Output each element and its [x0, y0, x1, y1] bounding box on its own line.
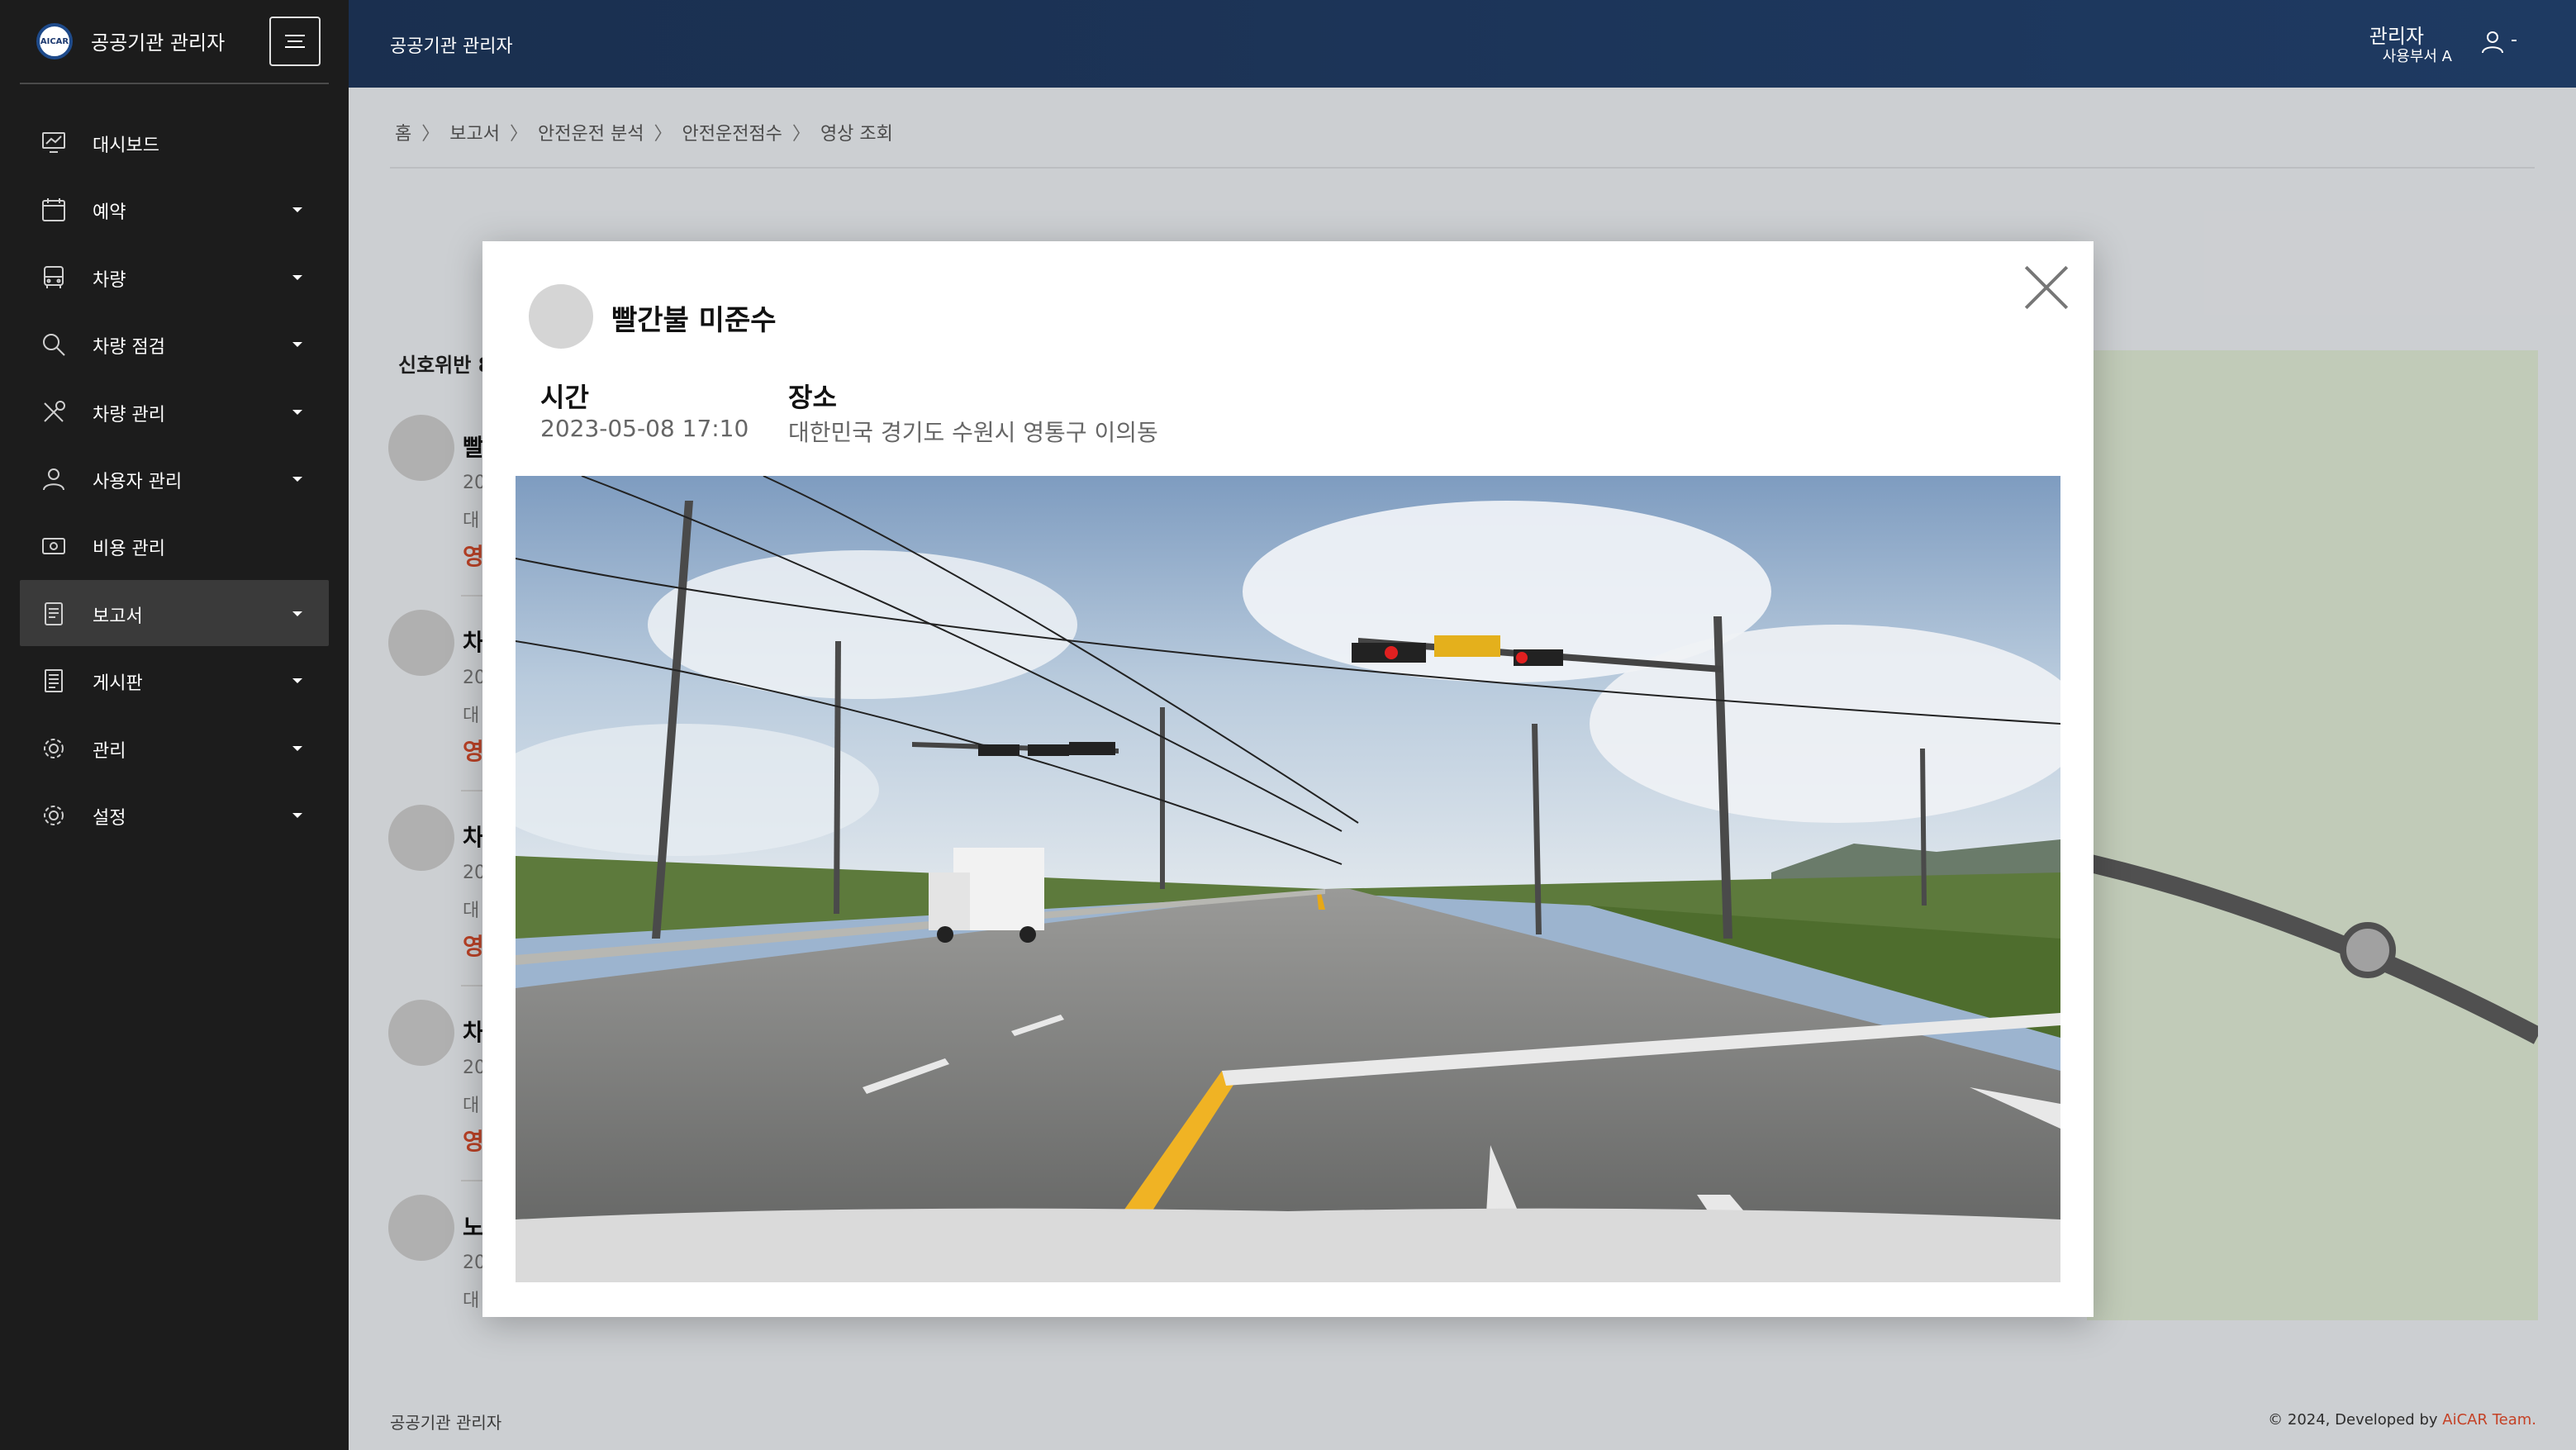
sidebar-item-label: 예약: [93, 202, 126, 224]
chevron-down-icon: [292, 611, 302, 616]
sidebar-item-vehicle-management[interactable]: 차량 관리: [20, 378, 329, 445]
brand-logo: AICAR: [36, 23, 73, 59]
sidebar-item-label: 사용자 관리: [93, 471, 183, 492]
sidebar-item-label: 대시보드: [93, 135, 159, 156]
search-icon: [40, 330, 68, 359]
video-modal: 빨간불 미준수 시간 2023-05-08 17:10 장소 대한민국 경기도 …: [482, 241, 2094, 1317]
sidebar-item-label: 차량 점검: [93, 337, 165, 359]
sidebar-item-board[interactable]: 게시판: [20, 647, 329, 713]
sidebar-item-label: 차량: [93, 269, 126, 291]
dashcam-video[interactable]: [516, 476, 2060, 1282]
chevron-down-icon: [292, 812, 302, 818]
chevron-down-icon: [292, 274, 302, 280]
sidebar-item-user-management[interactable]: 사용자 관리: [20, 445, 329, 511]
gear-icon: [40, 735, 68, 763]
settings-icon: [40, 801, 68, 830]
chevron-down-icon: [292, 745, 302, 751]
time-value: 2023-05-08 17:10: [540, 415, 749, 442]
menu-line: [288, 40, 302, 42]
money-icon: [40, 532, 68, 560]
place-value: 대한민국 경기도 수원시 영통구 이의동: [788, 419, 1158, 446]
sidebar-item-report[interactable]: 보고서: [20, 579, 329, 646]
brand[interactable]: AICAR 공공기관 관리자: [20, 15, 329, 84]
sidebar-item-label: 보고서: [93, 606, 143, 627]
report-icon: [40, 600, 68, 628]
user-icon[interactable]: [2479, 28, 2507, 56]
chevron-down-icon: [292, 409, 302, 415]
wrench-icon: [40, 398, 68, 426]
sidebar-item-label: 설정: [93, 807, 126, 829]
user-icon: [40, 465, 68, 493]
sidebar-item-settings[interactable]: 설정: [20, 782, 329, 848]
user-department: 사용부서 A: [2382, 48, 2452, 65]
sidebar: AICAR 공공기관 관리자 대시보드 예약 차량 차량 점검 차량 관리 사용…: [0, 0, 349, 1450]
sidebar-item-dashboard[interactable]: 대시보드: [20, 109, 329, 175]
sidebar-item-reservation[interactable]: 예약: [20, 176, 329, 242]
dashcam-frame: [516, 476, 2060, 1282]
dashboard-icon: [40, 129, 68, 157]
sidebar-item-admin[interactable]: 관리: [20, 715, 329, 781]
modal-title: 빨간불 미준수: [611, 304, 777, 337]
avatar: [529, 284, 593, 349]
sidebar-item-label: 게시판: [93, 673, 143, 695]
time-label: 시간: [540, 382, 589, 413]
sidebar-item-label: 관리: [93, 740, 126, 762]
menu-line: [285, 46, 305, 48]
sidebar-item-label: 비용 관리: [93, 539, 165, 560]
sidebar-item-vehicle-inspection[interactable]: 차량 점검: [20, 311, 329, 377]
sidebar-nav: 대시보드 예약 차량 차량 점검 차량 관리 사용자 관리 비용 관리 보고서 …: [20, 109, 329, 849]
top-bar: 공공기관 관리자 관리자 사용부서 A: [349, 0, 2576, 88]
brand-title: 공공기관 관리자: [91, 31, 226, 55]
chevron-down-icon: [292, 678, 302, 684]
topbar-title: 공공기관 관리자: [390, 36, 513, 57]
menu-line: [285, 35, 305, 36]
chevron-down-icon: [292, 207, 302, 213]
sidebar-item-cost-management[interactable]: 비용 관리: [20, 512, 329, 578]
calendar-icon: [40, 196, 68, 224]
menu-toggle-button[interactable]: [269, 17, 321, 66]
chevron-down-icon: [292, 342, 302, 348]
user-menu-caret[interactable]: [2512, 40, 2517, 41]
chevron-down-icon: [292, 476, 302, 482]
close-icon[interactable]: [2016, 263, 2065, 312]
board-icon: [40, 667, 68, 695]
sidebar-item-label: 차량 관리: [93, 404, 165, 425]
place-label: 장소: [788, 382, 837, 413]
sidebar-item-vehicle[interactable]: 차량: [20, 244, 329, 310]
bus-icon: [40, 264, 68, 292]
